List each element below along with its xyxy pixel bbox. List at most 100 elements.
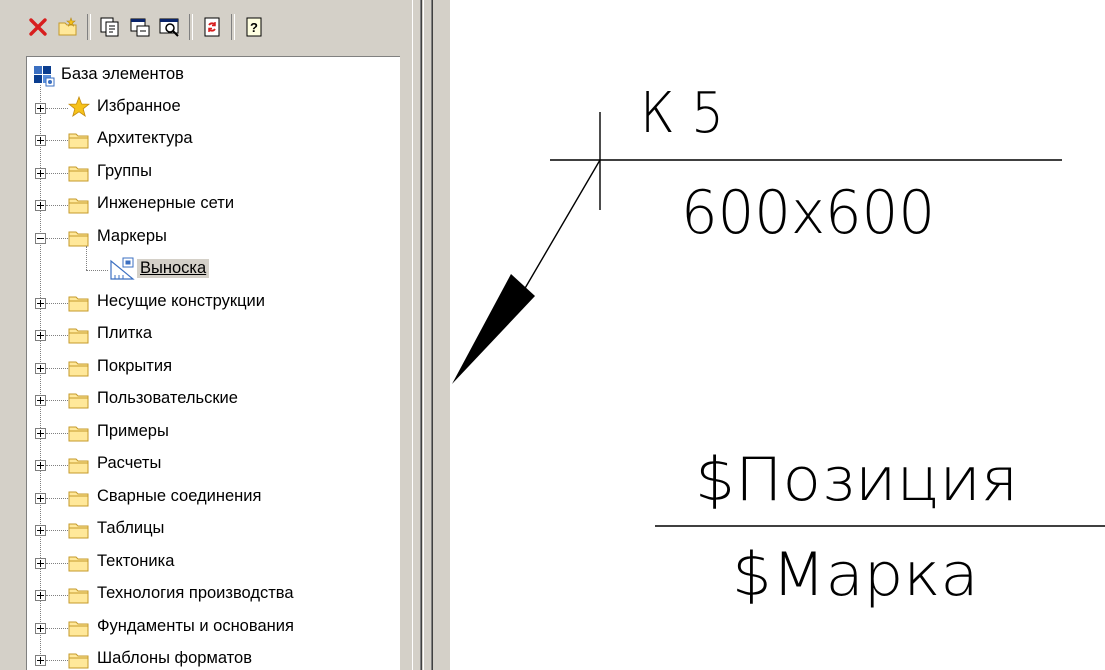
tree-child-item[interactable]: Выноска <box>27 246 397 286</box>
expand-toggle[interactable] <box>35 200 46 211</box>
tree-item-label: Расчеты <box>97 454 162 472</box>
expand-toggle[interactable] <box>35 167 46 179</box>
tree-item[interactable]: Пользовательские <box>27 384 397 416</box>
tree-item[interactable]: Инженерные сети <box>27 189 397 221</box>
expand-toggle[interactable] <box>35 362 46 374</box>
tree-item[interactable]: Тектоника <box>27 547 397 579</box>
tree-item[interactable]: Таблицы <box>27 514 397 546</box>
folder-icon <box>68 556 89 571</box>
preview-icon <box>159 18 179 37</box>
tree-item-label: Примеры <box>97 421 169 440</box>
tree-guide-line <box>86 270 108 271</box>
element-tree[interactable]: База элементов Избранное Архитектура Групп… <box>26 56 400 670</box>
leader-mark-text: К 5 <box>640 81 724 146</box>
expand-toggle[interactable] <box>35 297 46 309</box>
tree-item[interactable]: Архитектура <box>27 124 397 156</box>
tree-item[interactable]: Шаблоны форматов <box>27 644 397 670</box>
tree-guide-line <box>46 335 68 336</box>
tree-item[interactable]: Покрытия <box>27 352 397 384</box>
svg-text:?: ? <box>250 20 258 35</box>
refresh-icon <box>204 17 220 37</box>
help-button[interactable]: ? <box>240 13 268 41</box>
expand-toggle[interactable] <box>35 590 46 601</box>
tree-item[interactable]: Группы <box>27 157 397 189</box>
expand-toggle[interactable] <box>35 655 46 666</box>
tree-item-label: Несущие конструкции <box>97 291 265 310</box>
tree-item-label: Группы <box>97 161 152 180</box>
tree-guide-line <box>46 497 68 499</box>
expand-toggle[interactable] <box>35 622 46 634</box>
tree-guide-line <box>46 660 68 661</box>
expand-toggle[interactable] <box>35 460 46 471</box>
tree-guide-line <box>46 530 68 531</box>
tree-guide-line <box>46 172 68 174</box>
tree-item-label: Архитектура <box>97 129 193 147</box>
folder-icon <box>68 653 89 669</box>
toolbar: ? <box>24 10 270 44</box>
panel-splitter[interactable] <box>410 0 450 670</box>
tree-guide-line <box>46 367 68 369</box>
folder-icon <box>68 393 89 409</box>
folder-icon <box>68 361 89 376</box>
toolbar-separator <box>189 14 193 40</box>
new-folder-button[interactable] <box>54 13 82 41</box>
tree-guide-line <box>46 107 68 109</box>
collapse-toggle[interactable] <box>35 232 46 244</box>
help-icon: ? <box>246 17 262 37</box>
tree-guide-line <box>46 205 68 206</box>
preview-button[interactable] <box>156 13 184 41</box>
expand-toggle[interactable] <box>35 330 46 341</box>
expand-toggle[interactable] <box>35 135 46 146</box>
expand-toggle[interactable] <box>35 102 46 114</box>
tree-item[interactable]: Расчеты <box>27 449 397 481</box>
tree-item-label: Избранное <box>97 96 181 115</box>
tree-item[interactable]: Примеры <box>27 417 397 449</box>
refresh-button[interactable] <box>198 13 226 41</box>
tree-guide-line <box>46 627 68 629</box>
properties-button[interactable] <box>96 13 124 41</box>
folder-icon <box>68 458 89 474</box>
tree-item[interactable]: Сварные соединения <box>27 482 397 514</box>
expand-toggle[interactable] <box>35 557 46 569</box>
tree-item-label: Выноска <box>137 259 210 278</box>
tree-item[interactable]: Несущие конструкции <box>27 287 397 319</box>
folder-icon <box>68 133 89 149</box>
expand-toggle[interactable] <box>35 427 46 439</box>
folder-icon <box>68 231 89 246</box>
delete-icon <box>29 18 47 36</box>
tree-item[interactable]: Избранное <box>27 92 397 124</box>
drawing-canvas[interactable]: К 5 600x600 $Позиция $Марка <box>450 0 1105 670</box>
element-base-panel: ? База элементов Избранное Архитектура Гру… <box>0 0 450 670</box>
tree-guide-line <box>46 140 68 141</box>
insert-button[interactable] <box>126 13 154 41</box>
tree-item-label: Покрытия <box>97 356 172 375</box>
expand-toggle[interactable] <box>35 492 46 504</box>
tree-item[interactable]: Маркеры <box>27 222 397 254</box>
tree-item-label: Инженерные сети <box>97 194 235 212</box>
tree-item-label: Плитка <box>97 324 153 342</box>
expand-toggle[interactable] <box>35 395 46 406</box>
expand-toggle[interactable] <box>35 525 46 536</box>
leader-arrowhead <box>452 274 535 384</box>
template-position-text: $Позиция <box>695 445 1019 515</box>
tree-root-label: База элементов <box>61 65 184 83</box>
folder-icon <box>68 296 89 311</box>
tree-item-label: Сварные соединения <box>97 486 262 505</box>
folder-icon <box>68 491 89 506</box>
tree-item-label: Пользовательские <box>97 389 238 407</box>
template-mark-text: $Марка <box>732 540 979 610</box>
tree-guide-line <box>46 237 68 239</box>
tree-item[interactable]: Плитка <box>27 319 397 351</box>
folder-icon <box>68 523 89 539</box>
toolbar-separator <box>87 14 91 40</box>
tree-item[interactable]: Технология производства <box>27 579 397 611</box>
leader-size-text: 600x600 <box>681 178 935 248</box>
tree-guide-line <box>46 465 68 466</box>
delete-button[interactable] <box>24 13 52 41</box>
tree-item-label: Шаблоны форматов <box>97 649 252 667</box>
folder-icon <box>68 426 89 441</box>
tree-item-label: Тектоника <box>97 551 175 570</box>
tree-item[interactable]: Фундаменты и основания <box>27 612 397 644</box>
tree-item-label: Технология производства <box>97 584 294 602</box>
folder-icon <box>68 198 89 214</box>
